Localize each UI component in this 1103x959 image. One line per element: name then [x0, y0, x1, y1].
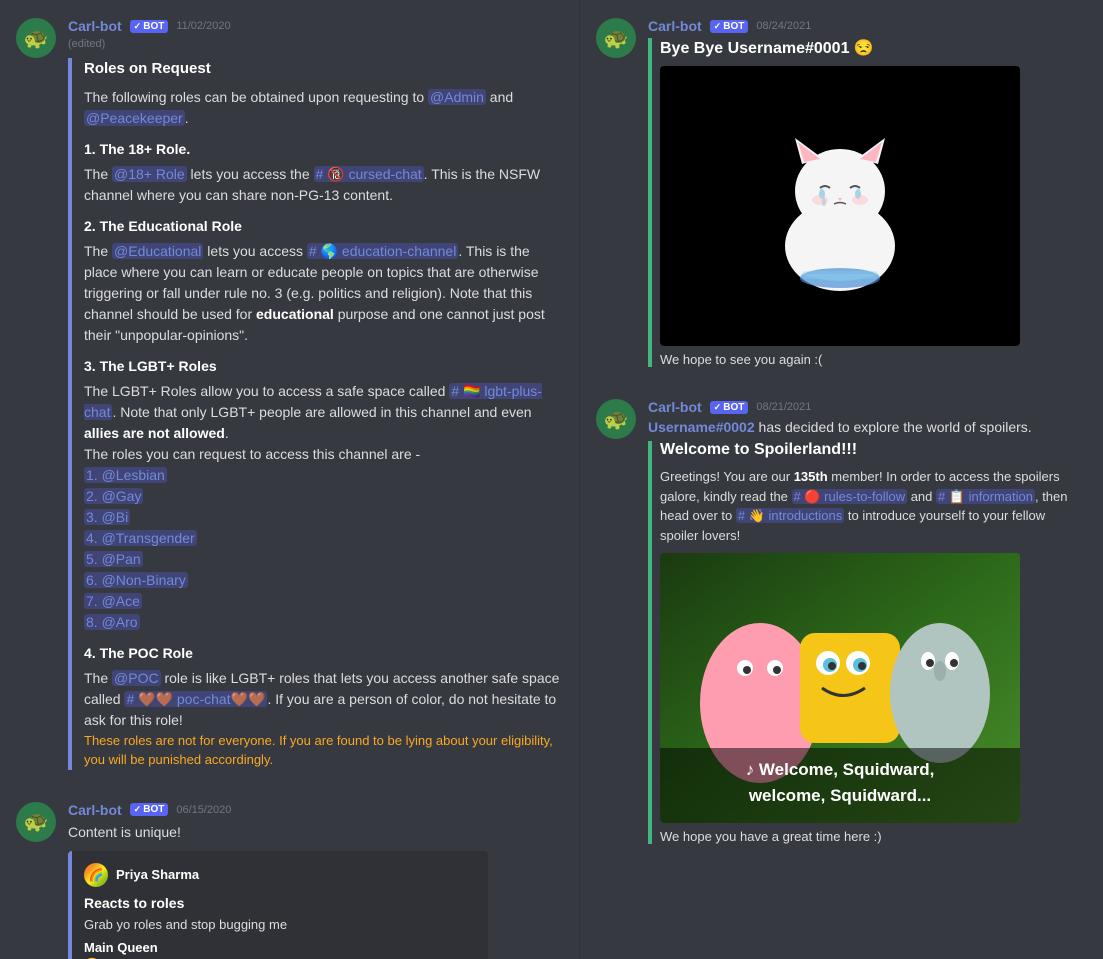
- embed-description: Grab yo roles and stop bugging me: [84, 917, 476, 932]
- join-suffix: has decided to explore the world of spoi…: [755, 419, 1032, 435]
- bot-badge-2: BOT: [130, 803, 169, 816]
- heading-lgbt: 3. The LGBT+ Roles: [84, 356, 563, 377]
- cat-image: [660, 66, 1020, 346]
- mention-nonbinary[interactable]: 6. @Non-Binary: [84, 572, 188, 588]
- bye-bye-title: Bye Bye Username#0001 😒: [660, 38, 1087, 58]
- green-border-2: Welcome to Spoilerland!!! Greetings! You…: [648, 441, 1087, 844]
- mention-peacekeeper[interactable]: @Peacekeeper: [84, 110, 185, 126]
- join-announcement: Username#0002 has decided to explore the…: [648, 419, 1087, 435]
- mention-gay[interactable]: 2. @Gay: [84, 488, 143, 504]
- section-heading: Roles on Request: [84, 58, 563, 81]
- main-text-2: Content is unique!: [68, 822, 563, 843]
- message-header-2: Carl-bot BOT 06/15/2020: [68, 802, 563, 818]
- embed-title: Reacts to roles: [84, 895, 476, 911]
- timestamp-2: 06/15/2020: [176, 804, 231, 816]
- mention-aro[interactable]: 8. @Aro: [84, 614, 140, 630]
- para-intro: The following roles can be obtained upon…: [84, 87, 563, 129]
- right-avatar-1: 🐢: [596, 18, 636, 58]
- welcome-footer: We hope you have a great time here :): [660, 829, 1087, 844]
- avatar: 🐢: [16, 18, 56, 58]
- mention-poc[interactable]: @POC: [112, 670, 161, 686]
- bye-bye-caption: We hope to see you again :(: [660, 352, 1087, 367]
- warning-text: These roles are not for everyone. If you…: [84, 731, 563, 770]
- heading-edu: 2. The Educational Role: [84, 216, 563, 237]
- welcome-body: Greetings! You are our 135th member! In …: [660, 467, 1087, 545]
- embed-author-avatar: 🌈: [84, 863, 108, 887]
- right-panel: 🐢 Carl-bot BOT 08/24/2021 Bye Bye Userna…: [580, 0, 1103, 959]
- mention-trans[interactable]: 4. @Transgender: [84, 530, 197, 546]
- timestamp: 11/02/2020: [176, 20, 230, 32]
- green-border-1: Bye Bye Username#0001 😒: [648, 38, 1087, 367]
- welcome-title: Welcome to Spoilerland!!!: [660, 441, 1087, 459]
- embed-container: 🌈 Priya Sharma Reacts to roles Grab yo r…: [68, 851, 488, 959]
- right-username-1: Carl-bot: [648, 18, 702, 34]
- message-header: Carl-bot BOT 11/02/2020: [68, 18, 563, 34]
- para-lgbt: The LGBT+ Roles allow you to access a sa…: [84, 381, 563, 444]
- mention-admin[interactable]: @Admin: [428, 89, 486, 105]
- para-edu: The @Educational lets you access # 🌎 edu…: [84, 241, 563, 346]
- username: Carl-bot: [68, 18, 122, 34]
- channel-info[interactable]: # 📋 information: [936, 489, 1035, 504]
- left-border-message: Roles on Request The following roles can…: [68, 58, 563, 770]
- heading-18: 1. The 18+ Role.: [84, 139, 563, 160]
- message-content-2: Carl-bot BOT 06/15/2020 Content is uniqu…: [68, 802, 563, 959]
- spongebob-image: ♪ Welcome, Squidward, welcome, Squidward…: [660, 553, 1020, 823]
- bold-educational: educational: [256, 306, 334, 322]
- lgbt-roles-list: 1. @Lesbian 2. @Gay 3. @Bi 4. @Transgend…: [84, 465, 563, 633]
- edited-label: (edited): [68, 38, 563, 50]
- right-message-content-2: Carl-bot BOT 08/21/2021 Username#0002 ha…: [648, 399, 1087, 844]
- para-poc: The @POC role is like LGBT+ roles that l…: [84, 668, 563, 731]
- heading-poc: 4. The POC Role: [84, 643, 563, 664]
- message-text: Roles on Request The following roles can…: [84, 58, 563, 770]
- mention-ace[interactable]: 7. @Ace: [84, 593, 142, 609]
- embed-author-name: Priya Sharma: [116, 867, 199, 882]
- left-panel: 🐢 Carl-bot BOT 11/02/2020 (edited) Roles…: [0, 0, 580, 959]
- right-timestamp-2: 08/21/2021: [756, 401, 811, 413]
- bold-allies: allies are not allowed: [84, 425, 225, 441]
- svg-text:welcome, Squidward...: welcome, Squidward...: [748, 786, 931, 805]
- message-content: Carl-bot BOT 11/02/2020 (edited) Roles o…: [68, 18, 563, 770]
- right-timestamp-1: 08/24/2021: [756, 20, 811, 32]
- message-group: 🐢 Carl-bot BOT 11/02/2020 (edited) Roles…: [0, 10, 579, 778]
- join-username: Username#0002: [648, 419, 755, 435]
- avatar-2: 🐢: [16, 802, 56, 842]
- username-2: Carl-bot: [68, 802, 122, 818]
- channel-lgbt[interactable]: # 🏳️‍🌈 lgbt-plus-chat: [84, 383, 542, 420]
- para-18: The @18+ Role lets you access the # 🔞 cu…: [84, 164, 563, 206]
- mention-lesbian[interactable]: 1. @Lesbian: [84, 467, 167, 483]
- right-message-group-2: 🐢 Carl-bot BOT 08/21/2021 Username#0002 …: [580, 391, 1103, 852]
- right-bot-badge-1: BOT: [710, 20, 749, 33]
- channel-cursed[interactable]: # 🔞 cursed-chat: [314, 166, 424, 182]
- channel-intros[interactable]: # 👋 introductions: [736, 508, 844, 523]
- right-message-header-2: Carl-bot BOT 08/21/2021: [648, 399, 1087, 415]
- right-bot-badge-2: BOT: [710, 401, 749, 414]
- bot-badge: BOT: [130, 20, 169, 33]
- message-group-2: 🐢 Carl-bot BOT 06/15/2020 Content is uni…: [0, 794, 579, 959]
- member-count: 135th: [794, 469, 828, 484]
- right-avatar-2: 🐢: [596, 399, 636, 439]
- right-username-2: Carl-bot: [648, 399, 702, 415]
- channel-rules[interactable]: # 🔴 rules-to-follow: [792, 489, 908, 504]
- channel-poc[interactable]: # 🤎🤎 poc-chat🤎🤎: [124, 691, 267, 707]
- para-lgbt-roles: The roles you can request to access this…: [84, 444, 563, 465]
- embed-author: 🌈 Priya Sharma: [84, 863, 476, 887]
- svg-text:♪ Welcome, Squidward,: ♪ Welcome, Squidward,: [746, 760, 935, 779]
- embed-field-main-queen: Main Queen 😂 : Princess: [84, 940, 476, 959]
- mention-18role[interactable]: @18+ Role: [112, 166, 187, 182]
- mention-educational[interactable]: @Educational: [112, 243, 203, 259]
- right-message-content-1: Carl-bot BOT 08/24/2021 Bye Bye Username…: [648, 18, 1087, 367]
- right-message-header-1: Carl-bot BOT 08/24/2021: [648, 18, 1087, 34]
- channel-edu[interactable]: # 🌎 education-channel: [307, 243, 458, 259]
- embed-field-name-1: Main Queen: [84, 940, 476, 955]
- mention-pan[interactable]: 5. @Pan: [84, 551, 143, 567]
- right-message-group-1: 🐢 Carl-bot BOT 08/24/2021 Bye Bye Userna…: [580, 10, 1103, 375]
- mention-bi[interactable]: 3. @Bi: [84, 509, 130, 525]
